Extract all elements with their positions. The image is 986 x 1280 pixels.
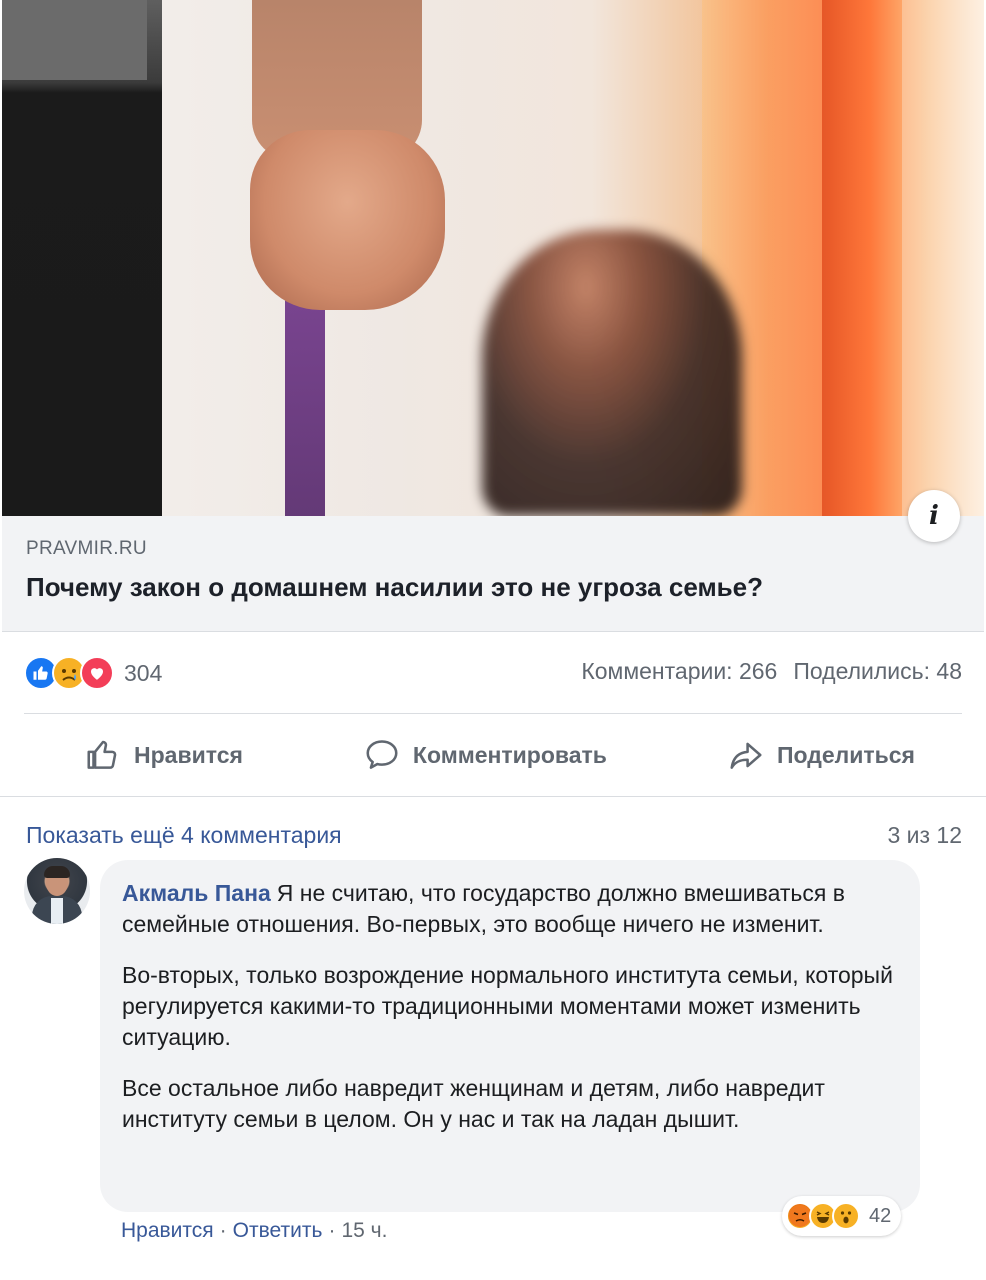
like-button-label: Нравится bbox=[134, 741, 243, 768]
comment-reaction-count: 42 bbox=[869, 1204, 892, 1227]
link-caption[interactable]: PRAVMIR.RU Почему закон о домашнем насил… bbox=[2, 516, 984, 632]
comment-timestamp[interactable]: 15 ч. bbox=[341, 1219, 387, 1243]
comment-author-link[interactable]: Акмаль Пана bbox=[122, 880, 271, 906]
comment-paragraph: Акмаль Пана Я не считаю, что государство … bbox=[122, 878, 898, 940]
comment-like-link[interactable]: Нравится bbox=[121, 1219, 214, 1243]
share-icon bbox=[730, 742, 762, 769]
share-count[interactable]: Поделились: 48 bbox=[793, 658, 962, 685]
comment-reply-link[interactable]: Ответить bbox=[233, 1219, 323, 1243]
share-button-label: Поделиться bbox=[776, 741, 915, 768]
section-divider bbox=[0, 796, 986, 797]
separator: · bbox=[219, 1219, 227, 1242]
post-stats: Комментарии: 266 Поделились: 48 bbox=[581, 658, 962, 685]
separator: · bbox=[328, 1219, 336, 1242]
link-preview-image[interactable] bbox=[2, 0, 984, 516]
comment-page-count: 3 из 12 bbox=[887, 822, 962, 848]
comment-button-label: Комментировать bbox=[412, 741, 607, 768]
info-icon[interactable]: i bbox=[908, 490, 960, 542]
show-more-comments-link[interactable]: Показать ещё 4 комментария bbox=[26, 822, 342, 849]
thumbs-up-icon bbox=[87, 740, 117, 769]
love-icon bbox=[80, 656, 114, 690]
like-button[interactable]: Нравится bbox=[24, 736, 303, 774]
reactions-summary[interactable]: 304 bbox=[24, 652, 162, 694]
comment-button[interactable]: Комментировать bbox=[303, 736, 667, 774]
comment-paragraph-2: Во-вторых, только возрождение нормальног… bbox=[122, 962, 893, 1050]
comment-count[interactable]: Комментарии: 266 bbox=[581, 658, 777, 685]
comment-icon bbox=[366, 740, 398, 769]
facebook-post: PRAVMIR.RU Почему закон о домашнем насил… bbox=[0, 0, 986, 1280]
link-title[interactable]: Почему закон о домашнем насилии это не у… bbox=[26, 572, 763, 603]
divider bbox=[24, 713, 962, 714]
link-domain: PRAVMIR.RU bbox=[26, 538, 147, 559]
avatar[interactable] bbox=[24, 858, 90, 924]
comment-bubble: Акмаль Пана Я не считаю, что государство … bbox=[100, 860, 920, 1212]
wow-icon bbox=[832, 1202, 860, 1230]
comment-actions: Нравится · Ответить · 15 ч. bbox=[121, 1219, 387, 1243]
comment-reactions[interactable]: 42 bbox=[782, 1196, 902, 1236]
share-button[interactable]: Поделиться bbox=[667, 736, 975, 774]
reaction-count: 304 bbox=[124, 659, 163, 686]
action-bar: Нравится Комментировать Поделиться bbox=[24, 724, 962, 786]
comment-paragraph-3: Все остальное либо навредит женщинам и д… bbox=[122, 1075, 825, 1132]
